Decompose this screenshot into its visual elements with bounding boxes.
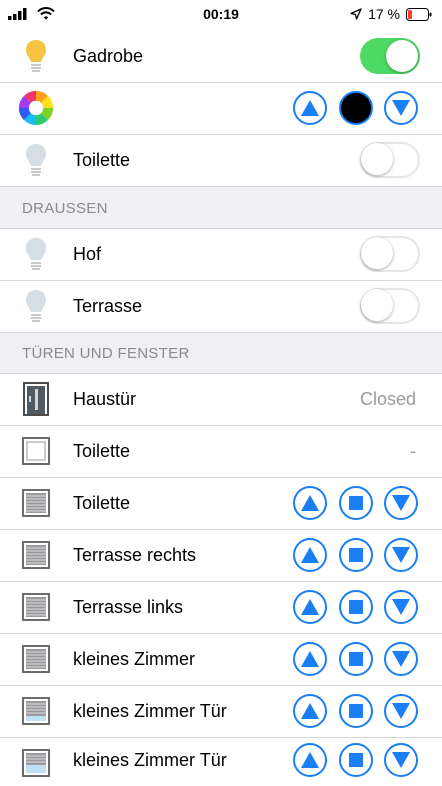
- list-item-hof: Hof: [0, 229, 442, 281]
- color-down-button[interactable]: [384, 91, 418, 125]
- shutter-stop-button[interactable]: [339, 694, 373, 728]
- item-label: Toilette: [73, 150, 131, 170]
- arrow-down-icon: [392, 599, 410, 615]
- section-header-draussen: DRAUSSEN: [0, 187, 442, 229]
- shutter-icon: [18, 587, 54, 627]
- arrow-up-icon: [301, 651, 319, 667]
- shutter-up-button[interactable]: [293, 694, 327, 728]
- shutter-down-button[interactable]: [384, 642, 418, 676]
- arrow-down-icon: [392, 651, 410, 667]
- arrow-up-icon: [301, 547, 319, 563]
- section-title: DRAUSSEN: [22, 200, 108, 217]
- shutter-icon: [18, 639, 54, 679]
- stop-icon: [349, 600, 363, 614]
- stop-icon: [349, 652, 363, 666]
- lightbulb-off-icon: [18, 287, 54, 327]
- stop-icon: [349, 704, 363, 718]
- terrasse-switch[interactable]: [360, 288, 420, 324]
- arrow-down-icon: [392, 703, 410, 719]
- status-right: 17 %: [350, 6, 432, 22]
- shutter-up-button[interactable]: [293, 590, 327, 624]
- shutter-up-button[interactable]: [293, 743, 327, 777]
- arrow-up-icon: [301, 100, 319, 116]
- list-item-shutter-toilette: Toilette: [0, 478, 442, 530]
- shutter-open-icon: [18, 691, 54, 731]
- list-item-shutter-kleines-zimmer-tuer: kleines Zimmer Tür: [0, 686, 442, 738]
- arrow-up-icon: [301, 752, 319, 768]
- switch-knob: [361, 289, 393, 321]
- arrow-up-icon: [301, 703, 319, 719]
- list-item-toilette-light: Toilette: [0, 135, 442, 187]
- shutter-up-button[interactable]: [293, 642, 327, 676]
- item-label: Terrasse: [73, 296, 143, 316]
- shutter-down-button[interactable]: [384, 538, 418, 572]
- item-label: Toilette: [73, 441, 131, 461]
- shutter-stop-button[interactable]: [339, 590, 373, 624]
- list-item-shutter-terrasse-links: Terrasse links: [0, 582, 442, 634]
- shutter-down-button[interactable]: [384, 590, 418, 624]
- door-icon: [18, 379, 54, 419]
- state-value: -: [410, 441, 416, 461]
- shutter-stop-button[interactable]: [339, 486, 373, 520]
- status-bar: 00:19 17 %: [0, 0, 442, 30]
- arrow-down-icon: [392, 100, 410, 116]
- item-label: Terrasse links: [73, 597, 184, 617]
- shutter-open-icon: [18, 743, 54, 783]
- list-item-terrasse: Terrasse: [0, 281, 442, 333]
- arrow-up-icon: [301, 599, 319, 615]
- shutter-stop-button[interactable]: [339, 743, 373, 777]
- item-label: Terrasse rechts: [73, 545, 197, 565]
- color-up-button[interactable]: [293, 91, 327, 125]
- shutter-icon: [18, 535, 54, 575]
- arrow-down-icon: [392, 752, 410, 768]
- color-wheel-icon: [18, 88, 54, 128]
- shutter-stop-button[interactable]: [339, 538, 373, 572]
- switch-knob: [361, 237, 393, 269]
- list-item-shutter-kleines-zimmer-tuer-2: kleines Zimmer Tür: [0, 738, 442, 786]
- window-icon: [18, 431, 54, 471]
- stop-icon: [349, 753, 363, 767]
- list-item-color: [0, 83, 442, 135]
- list-item-shutter-kleines-zimmer: kleines Zimmer: [0, 634, 442, 686]
- lightbulb-off-icon: [18, 141, 54, 181]
- item-label: Hof: [73, 244, 102, 264]
- item-label: Toilette: [73, 493, 131, 513]
- shutter-down-button[interactable]: [384, 743, 418, 777]
- section-header-tueren-und-fenster: TÜREN UND FENSTER: [0, 333, 442, 374]
- arrow-up-icon: [301, 495, 319, 511]
- toilette-switch[interactable]: [360, 142, 420, 178]
- location-arrow-icon: [350, 8, 362, 20]
- shutter-down-button[interactable]: [384, 486, 418, 520]
- arrow-down-icon: [392, 495, 410, 511]
- shutter-stop-button[interactable]: [339, 642, 373, 676]
- item-label: Haustür: [73, 389, 137, 409]
- list-item-toilette-window: Toilette -: [0, 426, 442, 478]
- color-swatch-button[interactable]: [339, 91, 373, 125]
- item-label: kleines Zimmer Tür: [73, 750, 227, 770]
- switch-knob: [361, 143, 393, 175]
- list-item-haustuer: Haustür Closed: [0, 374, 442, 426]
- list-item-gadrobe: Gadrobe: [0, 31, 442, 83]
- hof-switch[interactable]: [360, 236, 420, 272]
- switch-knob: [386, 40, 418, 72]
- state-value: Closed: [359, 389, 416, 409]
- battery-percent: 17 %: [368, 6, 400, 22]
- stop-icon: [349, 548, 363, 562]
- battery-icon: [406, 7, 432, 21]
- item-label: kleines Zimmer: [73, 649, 196, 669]
- lightbulb-on-icon: [18, 37, 54, 77]
- shutter-down-button[interactable]: [384, 694, 418, 728]
- item-label: kleines Zimmer Tür: [73, 701, 227, 721]
- shutter-up-button[interactable]: [293, 486, 327, 520]
- shutter-up-button[interactable]: [293, 538, 327, 572]
- section-title: TÜREN UND FENSTER: [22, 345, 190, 362]
- arrow-down-icon: [392, 547, 410, 563]
- gadrobe-switch[interactable]: [360, 38, 420, 74]
- shutter-icon: [18, 483, 54, 523]
- list-item-shutter-terrasse-rechts: Terrasse rechts: [0, 530, 442, 582]
- lightbulb-off-icon: [18, 235, 54, 275]
- item-label: Gadrobe: [73, 46, 144, 66]
- stop-icon: [349, 496, 363, 510]
